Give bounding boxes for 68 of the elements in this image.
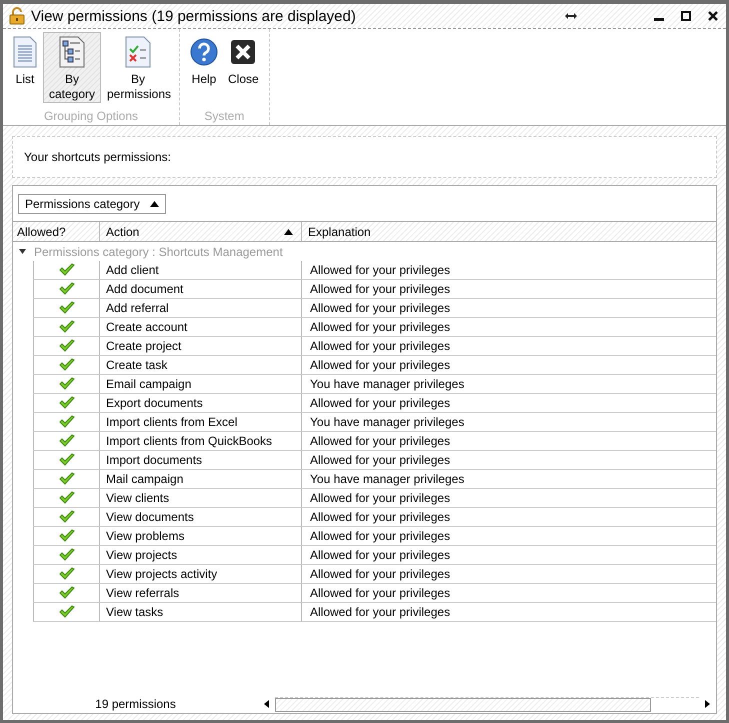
resize-icon[interactable] xyxy=(565,12,577,20)
toolbar-button[interactable]: By category xyxy=(43,32,101,103)
table-cell: Allowed for your privileges xyxy=(302,451,716,470)
horizontal-scrollbar[interactable] xyxy=(275,696,699,712)
table-cell: View projects xyxy=(100,546,302,565)
table-cell: Import documents xyxy=(100,451,302,470)
table-cell: Allowed for your privileges xyxy=(302,318,716,337)
table-cell: Allowed for your privileges xyxy=(302,603,716,622)
window-title: View permissions (19 permissions are displayed) xyxy=(31,8,357,24)
table-cell: Import clients from QuickBooks xyxy=(100,432,302,451)
table-cell: Allowed for your privileges xyxy=(302,280,716,299)
table-cell: Import clients from Excel xyxy=(100,413,302,432)
table-cell: Allowed for your privileges xyxy=(302,489,716,508)
table-cell: Allowed for your privileges xyxy=(302,508,716,527)
table-cell: Email campaign xyxy=(100,375,302,394)
table-cell: View documents xyxy=(100,508,302,527)
close-icon[interactable] xyxy=(708,11,718,21)
table-cell: View problems xyxy=(100,527,302,546)
column-header[interactable]: Explanation xyxy=(302,222,716,241)
document-icon xyxy=(13,36,37,68)
table-cell: View tasks xyxy=(100,603,302,622)
table-cell: You have manager privileges xyxy=(302,375,716,394)
table-cell: Create task xyxy=(100,356,302,375)
table-cell: You have manager privileges xyxy=(302,470,716,489)
table-cell: Allowed for your privileges xyxy=(302,299,716,318)
panel-text: Your shortcuts permissions: xyxy=(24,150,171,164)
group-label: System xyxy=(204,109,244,123)
group-by-chip[interactable]: Permissions category xyxy=(18,194,166,214)
toolbar-button[interactable]: Help xyxy=(186,32,222,103)
scrollbar-thumb[interactable] xyxy=(275,698,651,712)
toolbar-button[interactable]: Close xyxy=(224,32,263,103)
table-cell: Allowed for your privileges xyxy=(302,565,716,584)
scroll-left-icon[interactable] xyxy=(264,700,269,708)
table-cell: Create account xyxy=(100,318,302,337)
table-cell: Allowed for your privileges xyxy=(302,432,716,451)
row-count: 19 permissions xyxy=(94,697,177,711)
lock-icon xyxy=(9,7,25,25)
table-cell: Add document xyxy=(100,280,302,299)
toolbar-button[interactable]: By permissions xyxy=(103,32,173,103)
collapse-icon[interactable] xyxy=(19,249,26,254)
toolbar-button[interactable]: List xyxy=(9,32,41,103)
sort-icon xyxy=(284,228,293,234)
scroll-right-icon[interactable] xyxy=(705,700,710,708)
help-icon xyxy=(190,36,218,68)
table-cell: Allowed for your privileges xyxy=(302,356,716,375)
table-cell: Create project xyxy=(100,337,302,356)
column-header[interactable]: Action xyxy=(100,222,302,241)
table-cell: Allowed for your privileges xyxy=(302,394,716,413)
table-cell: Add referral xyxy=(100,299,302,318)
table-cell: Export documents xyxy=(100,394,302,413)
group-row-label: Permissions category : Shortcuts Management xyxy=(34,244,283,258)
checklist-icon xyxy=(125,36,151,68)
table-cell: Allowed for your privileges xyxy=(302,527,716,546)
table-cell: Allowed for your privileges xyxy=(302,261,716,280)
column-header[interactable]: Allowed? xyxy=(13,222,100,241)
table-cell: Mail campaign xyxy=(100,470,302,489)
maximize-icon[interactable] xyxy=(681,11,691,21)
table-cell: You have manager privileges xyxy=(302,413,716,432)
table-cell: Allowed for your privileges xyxy=(302,337,716,356)
table-cell: Allowed for your privileges xyxy=(302,546,716,565)
table-cell: View clients xyxy=(100,489,302,508)
table-cell: Allowed for your privileges xyxy=(302,584,716,603)
table-cell: View projects activity xyxy=(100,565,302,584)
table-cell: View referrals xyxy=(100,584,302,603)
tree-document-icon xyxy=(59,36,85,68)
sort-icon xyxy=(150,200,159,206)
table-cell: Add client xyxy=(100,261,302,280)
group-label: Grouping Options xyxy=(44,109,138,123)
